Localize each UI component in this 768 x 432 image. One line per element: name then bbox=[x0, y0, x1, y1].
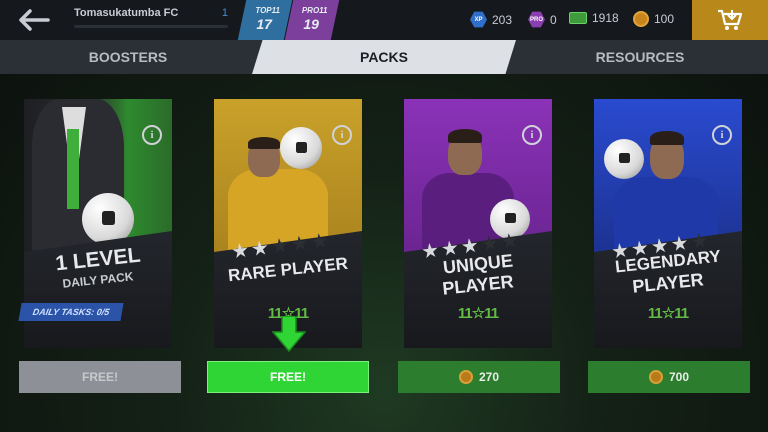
rare-pack-free-button[interactable]: FREE! bbox=[207, 361, 369, 393]
team-level: 1 bbox=[221, 7, 228, 19]
tab-bar: BOOSTERS PACKS RESOURCES bbox=[0, 40, 768, 74]
brand-logo: 11☆11 bbox=[457, 305, 499, 322]
button-label: FREE! bbox=[270, 370, 306, 384]
daily-tasks-text: DAILY TASKS: 0/5 bbox=[31, 307, 111, 317]
player-hair bbox=[248, 137, 280, 149]
down-arrow-icon bbox=[272, 316, 306, 352]
star-icon bbox=[311, 232, 329, 250]
team-xp-bar bbox=[74, 25, 228, 28]
button-label: FREE! bbox=[82, 370, 118, 384]
shop-button[interactable] bbox=[692, 0, 768, 40]
unique-pack-buy-button[interactable]: 270 bbox=[398, 361, 560, 393]
player-hair bbox=[650, 131, 684, 145]
brand-logo: 11☆11 bbox=[647, 305, 689, 322]
star-icon bbox=[291, 235, 309, 253]
pro11-label: PRO11 bbox=[301, 6, 328, 15]
top11-label: TOP11 bbox=[255, 6, 280, 15]
coin-counter: 100 bbox=[633, 11, 674, 27]
pack-card-rare[interactable]: i RARE PLAYER 11☆11 bbox=[214, 99, 362, 348]
xp-icon: XP bbox=[470, 11, 487, 28]
pro-icon: PRO bbox=[528, 11, 545, 28]
tab-resources[interactable]: RESOURCES bbox=[512, 40, 768, 74]
xp-counter: XP 203 bbox=[470, 11, 512, 28]
green-tie bbox=[67, 129, 79, 209]
top11-value: 17 bbox=[256, 16, 272, 32]
tab-packs[interactable]: PACKS bbox=[252, 40, 516, 74]
star-icon bbox=[271, 237, 289, 255]
team-name: Tomasukatumba FC bbox=[74, 7, 179, 19]
info-icon[interactable]: i bbox=[522, 125, 542, 145]
back-button[interactable] bbox=[14, 6, 54, 34]
button-price: 700 bbox=[668, 370, 690, 384]
info-icon[interactable]: i bbox=[142, 125, 162, 145]
legendary-pack-buy-button[interactable]: 700 bbox=[588, 361, 750, 393]
info-icon[interactable]: i bbox=[712, 125, 732, 145]
shop-cart-icon bbox=[718, 9, 743, 30]
football-icon bbox=[604, 139, 644, 179]
cash-icon bbox=[569, 12, 587, 24]
pro-counter: PRO 0 bbox=[528, 11, 557, 28]
player-hair bbox=[448, 129, 482, 143]
football-icon bbox=[82, 193, 134, 245]
xp-value: 203 bbox=[492, 12, 513, 27]
coin-icon bbox=[633, 11, 649, 27]
star-icon bbox=[461, 237, 479, 255]
back-arrow-icon bbox=[19, 9, 50, 31]
daily-tasks-tag: DAILY TASKS: 0/5 bbox=[18, 303, 124, 321]
daily-pack-free-button[interactable]: FREE! bbox=[19, 361, 181, 393]
coin-icon bbox=[648, 370, 663, 384]
cash-counter: 1918 bbox=[569, 11, 619, 25]
coin-value: 100 bbox=[654, 12, 675, 26]
pack-card-unique[interactable]: i UNIQUE PLAYER 11☆11 bbox=[404, 99, 552, 348]
top-bar: Tomasukatumba FC 1 TOP11 17 PRO11 19 XP … bbox=[0, 0, 768, 40]
pack-card-legendary[interactable]: i LEGENDARY PLAYER 11☆11 bbox=[594, 99, 742, 348]
pro-value: 0 bbox=[550, 12, 557, 27]
star-icon bbox=[231, 242, 249, 260]
info-icon[interactable]: i bbox=[332, 125, 352, 145]
pro11-badge[interactable]: PRO11 19 bbox=[284, 0, 340, 40]
cash-value: 1918 bbox=[592, 11, 619, 25]
top11-badge[interactable]: TOP11 17 bbox=[237, 0, 293, 40]
coin-icon bbox=[458, 370, 473, 384]
team-info[interactable]: Tomasukatumba FC 1 bbox=[74, 7, 228, 28]
tab-boosters[interactable]: BOOSTERS bbox=[0, 40, 256, 74]
star-icon bbox=[501, 232, 519, 250]
star-icon bbox=[481, 235, 499, 253]
star-icon bbox=[251, 240, 269, 258]
pro11-value: 19 bbox=[303, 16, 319, 32]
star-icon bbox=[441, 240, 459, 258]
football-icon bbox=[280, 127, 322, 169]
star-icon bbox=[421, 242, 439, 260]
button-price: 270 bbox=[478, 370, 500, 384]
